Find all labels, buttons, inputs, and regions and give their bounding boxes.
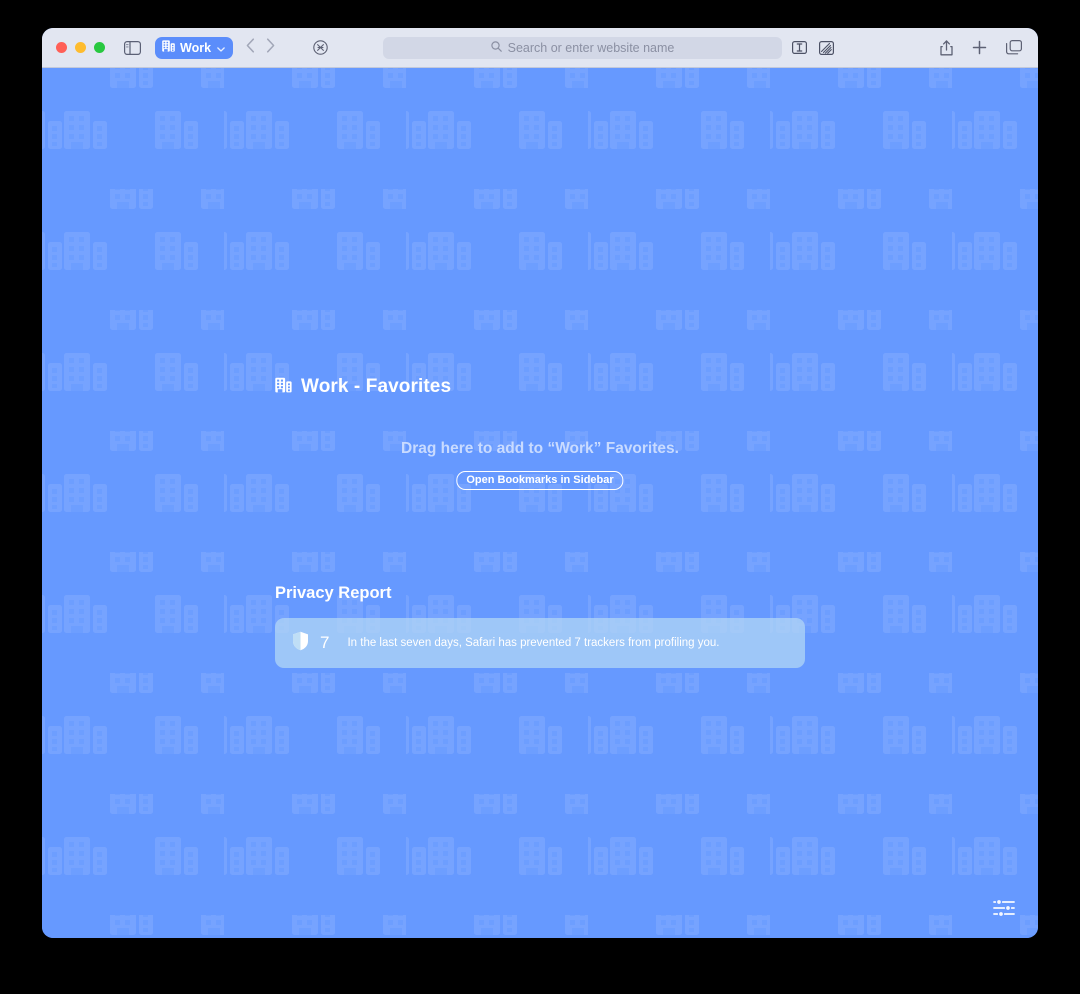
safari-start-page: Work - Favorites Drag here to add to “Wo… bbox=[42, 68, 1038, 938]
chevron-down-icon bbox=[217, 41, 225, 55]
close-button[interactable] bbox=[56, 42, 67, 53]
start-page-content: Work - Favorites Drag here to add to “Wo… bbox=[42, 68, 1038, 938]
tab-overview-icon[interactable] bbox=[1006, 40, 1022, 55]
page-title: Work - Favorites bbox=[301, 376, 452, 397]
privacy-shield-icon[interactable] bbox=[313, 40, 328, 55]
profile-label: Work bbox=[180, 40, 212, 55]
extensions-icon[interactable] bbox=[819, 40, 834, 55]
back-button[interactable] bbox=[246, 37, 255, 58]
sidebar-toggle-icon[interactable] bbox=[124, 40, 141, 55]
favorites-heading: Work - Favorites bbox=[275, 376, 451, 398]
open-bookmarks-button[interactable]: Open Bookmarks in Sidebar bbox=[456, 471, 624, 490]
sliders-icon[interactable] bbox=[993, 898, 1015, 923]
reader-extensions-group bbox=[792, 40, 834, 55]
search-icon bbox=[490, 40, 502, 55]
building-icon bbox=[275, 377, 292, 398]
drag-prompt-text: Drag here to add to “Work” Favorites. bbox=[401, 440, 679, 457]
reader-mode-icon[interactable] bbox=[792, 41, 807, 54]
toolbar-right-actions bbox=[940, 39, 1022, 56]
address-search-bar[interactable]: Search or enter website name bbox=[383, 36, 782, 59]
privacy-report-card[interactable]: 7 In the last seven days, Safari has pre… bbox=[275, 618, 805, 668]
minimize-button[interactable] bbox=[75, 42, 86, 53]
profile-work-button[interactable]: Work bbox=[155, 36, 234, 59]
safari-window: Work Search or enter website name Work -… bbox=[42, 28, 1038, 938]
tracker-count: 7 bbox=[320, 633, 330, 652]
shield-icon bbox=[292, 631, 309, 656]
share-icon[interactable] bbox=[940, 39, 953, 56]
address-placeholder: Search or enter website name bbox=[507, 40, 675, 55]
window-controls bbox=[56, 42, 105, 53]
privacy-message: In the last seven days, Safari has preve… bbox=[347, 637, 720, 649]
privacy-report-title: Privacy Report bbox=[275, 584, 392, 602]
new-tab-button[interactable] bbox=[972, 40, 987, 55]
navigation-buttons bbox=[246, 37, 275, 58]
building-icon bbox=[162, 40, 175, 55]
browser-toolbar: Work Search or enter website name bbox=[42, 28, 1038, 68]
forward-button[interactable] bbox=[266, 37, 275, 58]
maximize-button[interactable] bbox=[94, 42, 105, 53]
